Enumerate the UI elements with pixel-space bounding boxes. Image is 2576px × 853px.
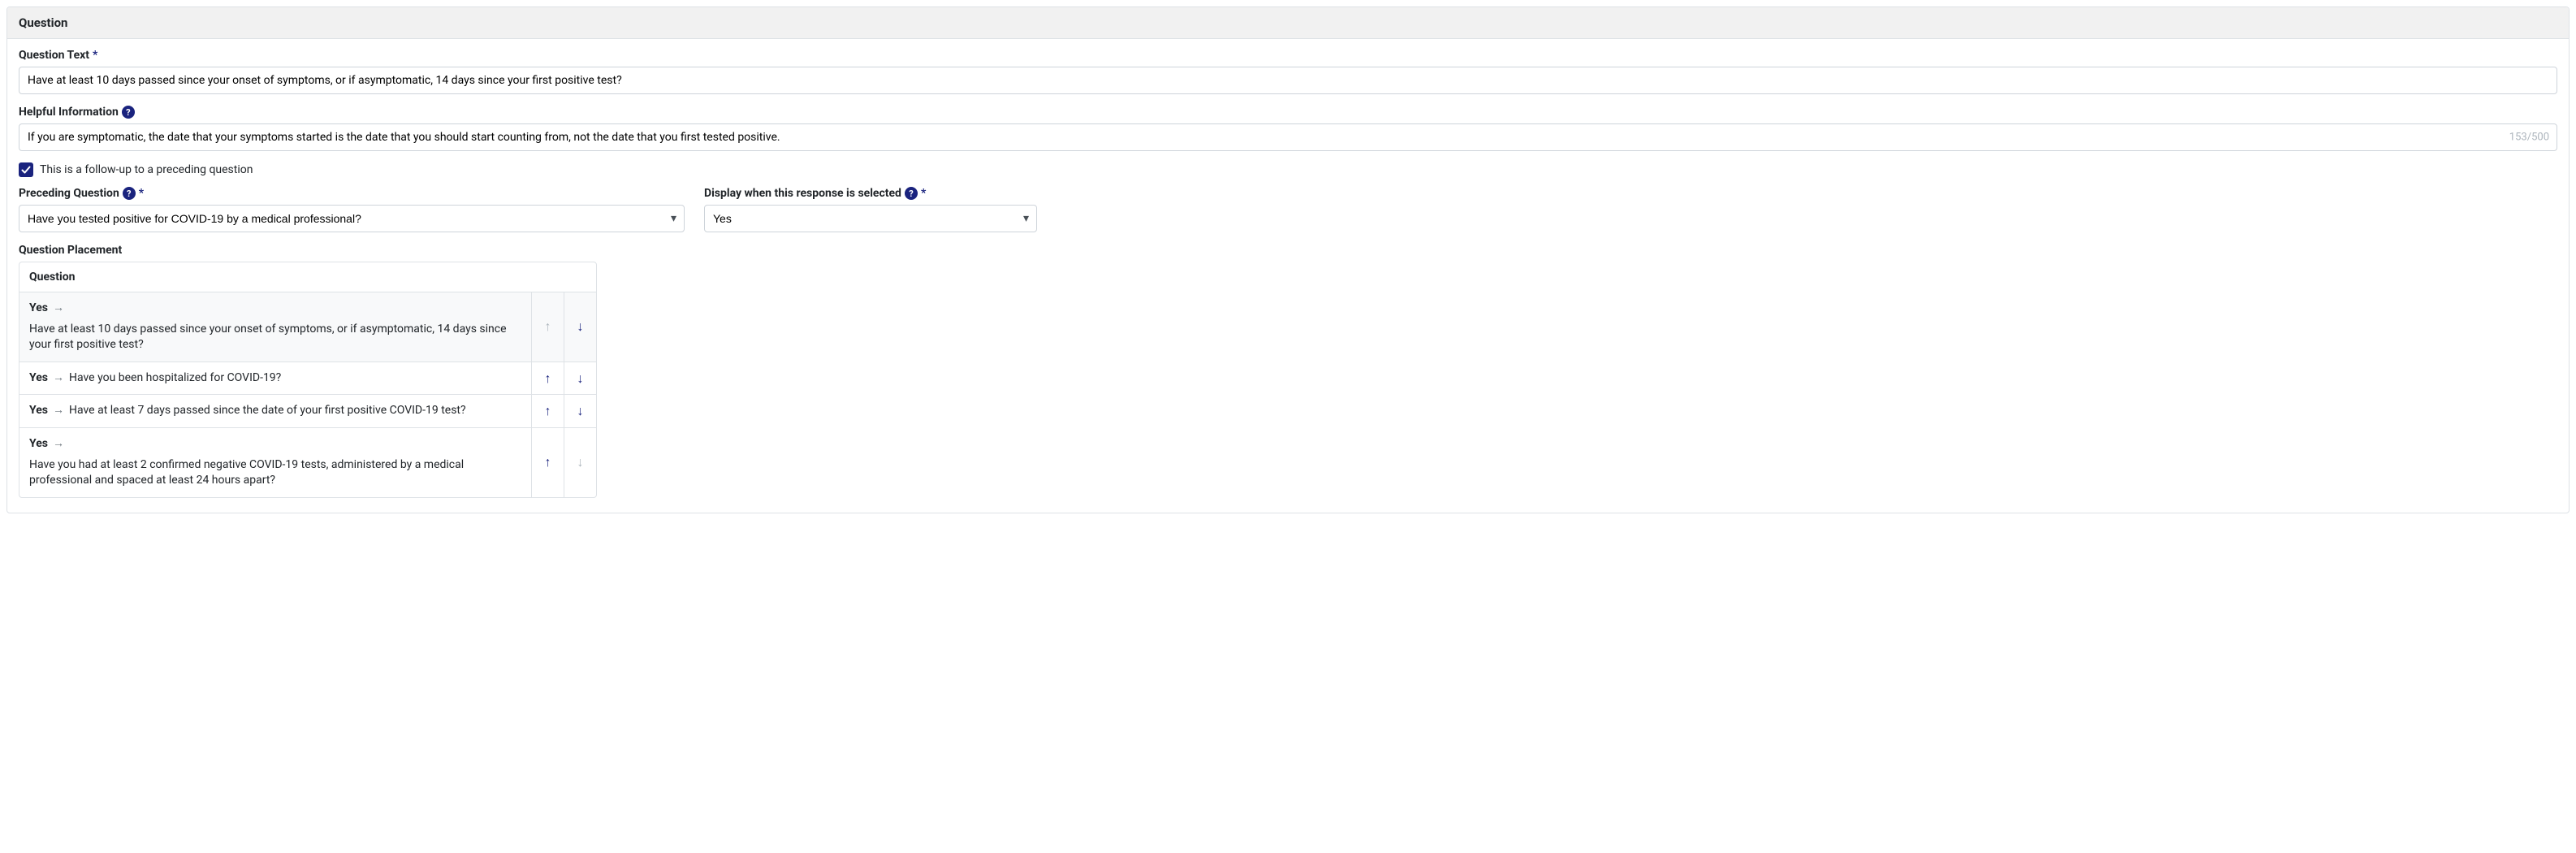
question-text-input[interactable]	[19, 67, 2557, 94]
arrow-right-icon: →	[53, 370, 64, 387]
question-panel: Question Question Text * Helpful Informat…	[6, 6, 2570, 513]
placement-row-question: Have at least 10 days passed since your …	[29, 322, 521, 353]
placement-row-actions: ↑↓	[531, 428, 596, 497]
placement-row-text: Yes → Have at least 10 days passed since y…	[19, 292, 531, 362]
question-text-group: Question Text *	[19, 49, 2557, 94]
check-icon	[21, 165, 31, 175]
placement-label: Question Placement	[19, 244, 2557, 257]
followup-checkbox-row: This is a follow-up to a preceding quest…	[19, 162, 2557, 177]
label-text: Helpful Information	[19, 106, 119, 119]
question-text-label: Question Text *	[19, 49, 2557, 62]
display-when-select-wrap: Yes ▾	[704, 205, 1037, 232]
placement-row-answer: Yes	[29, 370, 48, 387]
label-text: Display when this response is selected	[704, 187, 901, 200]
followup-checkbox[interactable]	[19, 162, 33, 177]
move-down-button: ↓	[564, 428, 596, 497]
move-down-button[interactable]: ↓	[564, 395, 596, 427]
move-up-button[interactable]: ↑	[531, 362, 564, 395]
placement-row-question: Have at least 7 days passed since the da…	[69, 403, 466, 419]
placement-row-answer: Yes	[29, 436, 48, 452]
placement-row-question: Have you been hospitalized for COVID-19?	[69, 370, 281, 387]
required-mark: *	[921, 187, 926, 200]
panel-title: Question	[19, 15, 67, 30]
display-when-col: Display when this response is selected ?…	[704, 187, 1037, 232]
preceding-select-wrap: Have you tested positive for COVID-19 by…	[19, 205, 685, 232]
move-down-button[interactable]: ↓	[564, 362, 596, 395]
move-up-button: ↑	[531, 292, 564, 362]
display-when-label: Display when this response is selected ?…	[704, 187, 1037, 200]
placement-row-text: Yes → Have you had at least 2 confirmed ne…	[19, 428, 531, 497]
placement-rows: Yes → Have at least 10 days passed since y…	[19, 292, 596, 497]
placement-row-answer: Yes	[29, 403, 48, 419]
placement-row-answer: Yes	[29, 301, 48, 317]
helpful-info-input[interactable]	[19, 123, 2557, 151]
table-row: Yes → Have at least 10 days passed since y…	[19, 292, 596, 362]
preceding-col: Preceding Question ?* Have you tested po…	[19, 187, 685, 232]
table-row: Yes → Have you had at least 2 confirmed ne…	[19, 428, 596, 497]
placement-row-question: Have you had at least 2 confirmed negati…	[29, 457, 521, 489]
helpful-info-label: Helpful Information ?	[19, 106, 2557, 119]
move-down-button[interactable]: ↓	[564, 292, 596, 362]
panel-header: Question	[7, 7, 2569, 39]
required-mark: *	[93, 49, 97, 62]
help-icon[interactable]: ?	[123, 187, 136, 200]
required-mark: *	[139, 187, 144, 200]
arrow-right-icon: →	[53, 403, 64, 419]
placement-row-actions: ↑↓	[531, 395, 596, 427]
arrow-right-icon: →	[53, 301, 64, 317]
helpful-info-wrap: 153/500	[19, 123, 2557, 151]
panel-body: Question Text * Helpful Information ? 153…	[7, 39, 2569, 513]
table-row: Yes → Have you been hospitalized for COVID…	[19, 362, 596, 396]
placement-row-actions: ↑↓	[531, 362, 596, 395]
display-when-select[interactable]: Yes	[704, 205, 1037, 232]
table-row: Yes → Have at least 7 days passed since th…	[19, 395, 596, 428]
followup-checkbox-label: This is a follow-up to a preceding quest…	[40, 163, 253, 176]
move-up-button[interactable]: ↑	[531, 428, 564, 497]
placement-row-text: Yes → Have at least 7 days passed since th…	[19, 395, 531, 427]
placement-table: Question Yes → Have at least 10 days passe…	[19, 262, 597, 498]
preceding-row: Preceding Question ?* Have you tested po…	[19, 187, 2557, 232]
placement-row-actions: ↑↓	[531, 292, 596, 362]
label-text: Preceding Question	[19, 187, 119, 200]
label-text: Question Text	[19, 49, 89, 62]
help-icon[interactable]: ?	[122, 106, 135, 119]
arrow-right-icon: →	[53, 436, 64, 452]
preceding-select[interactable]: Have you tested positive for COVID-19 by…	[19, 205, 685, 232]
help-icon[interactable]: ?	[905, 187, 918, 200]
placement-row-text: Yes → Have you been hospitalized for COVID…	[19, 362, 531, 395]
helpful-info-group: Helpful Information ? 153/500	[19, 106, 2557, 151]
placement-column-header: Question	[19, 262, 596, 292]
preceding-label: Preceding Question ?*	[19, 187, 685, 200]
move-up-button[interactable]: ↑	[531, 395, 564, 427]
